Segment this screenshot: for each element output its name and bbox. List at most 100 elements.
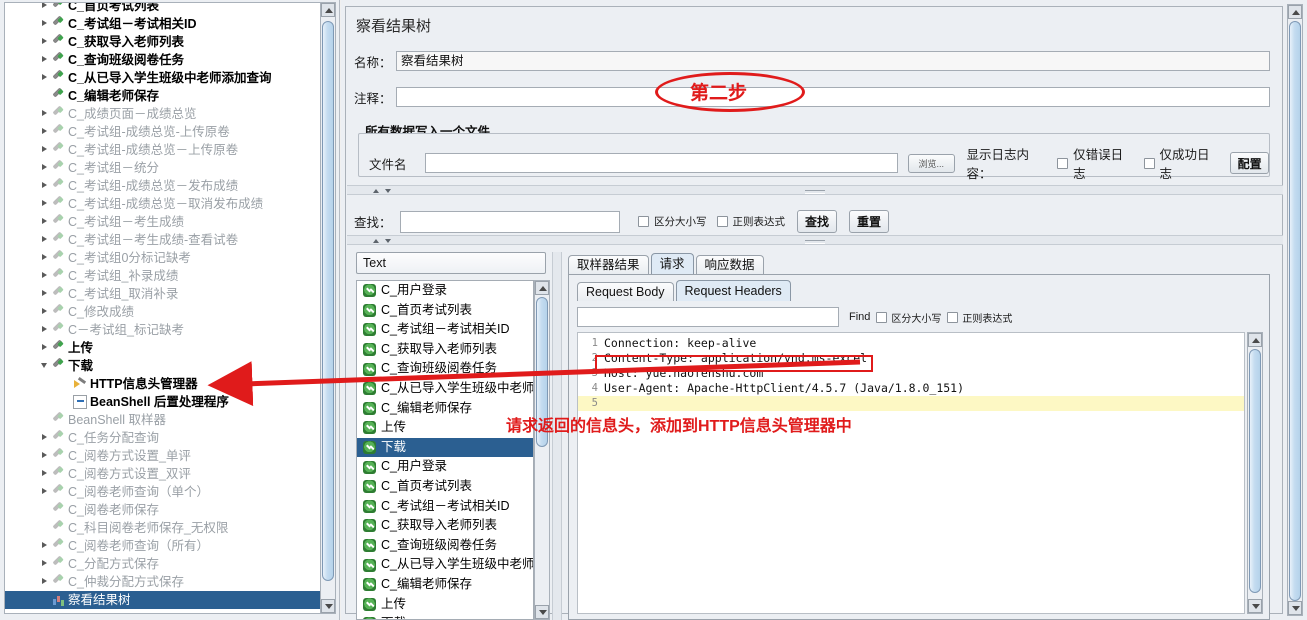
- result-detail-tabs[interactable]: 取样器结果 请求 响应数据: [568, 253, 766, 274]
- splitter-up-icon[interactable]: [373, 189, 379, 193]
- success-only-checkbox[interactable]: [1143, 157, 1155, 169]
- expand-arrow-right-icon[interactable]: [37, 159, 51, 177]
- result-list-item[interactable]: C_获取导入老师列表: [357, 516, 533, 536]
- inner-case-checkbox[interactable]: [876, 311, 888, 323]
- result-list-item[interactable]: C_获取导入老师列表: [357, 340, 533, 360]
- request-tab-0[interactable]: Request Body: [577, 282, 674, 301]
- tree-item[interactable]: BeanShell 取样器: [5, 411, 320, 429]
- render-combo[interactable]: Text: [356, 252, 546, 274]
- test-plan-tree[interactable]: C_首页考试列表 C_考试组－考试相关ID C_获取导入老师列表 C_查询班级阅卷任务…: [4, 2, 320, 614]
- tree-item[interactable]: C_考试组-成绩总览-上传原卷: [5, 123, 320, 141]
- tree-item[interactable]: C_考试组-成绩总览－取消发布成绩: [5, 195, 320, 213]
- tree-item[interactable]: C_考试组－统分: [5, 159, 320, 177]
- scroll-down-button[interactable]: [321, 599, 335, 613]
- comment-input[interactable]: [396, 87, 1270, 107]
- tab-0[interactable]: 取样器结果: [568, 255, 649, 274]
- expand-arrow-right-icon[interactable]: [37, 15, 51, 33]
- expand-arrow-right-icon[interactable]: [37, 249, 51, 267]
- panel-vertical-scrollbar[interactable]: [1287, 4, 1303, 616]
- result-list-item[interactable]: C_用户登录: [357, 457, 533, 477]
- expand-arrow-right-icon[interactable]: [37, 465, 51, 483]
- inner-find-input[interactable]: [577, 307, 839, 327]
- browse-button[interactable]: 浏览...: [907, 153, 955, 173]
- tree-item[interactable]: C_考试组_补录成绩: [5, 267, 320, 285]
- tree-item[interactable]: C_考试组0分标记缺考: [5, 249, 320, 267]
- splitter2-up-icon[interactable]: [373, 239, 379, 243]
- result-list-item[interactable]: 下载: [357, 614, 533, 619]
- panel-scrollbar-thumb[interactable]: [1289, 21, 1301, 601]
- tree-item[interactable]: C_从已导入学生班级中老师添加查询: [5, 69, 320, 87]
- expand-arrow-right-icon[interactable]: [37, 213, 51, 231]
- results-list[interactable]: C_用户登录 C_首页考试列表 C_考试组－考试相关ID C_获取导入老师列表 C_查询…: [356, 280, 534, 620]
- tab-1[interactable]: 请求: [650, 253, 694, 274]
- result-list-item[interactable]: C_查询班级阅卷任务: [357, 359, 533, 379]
- result-list-item[interactable]: C_编辑老师保存: [357, 575, 533, 595]
- expand-arrow-right-icon[interactable]: [37, 339, 51, 357]
- expand-arrow-right-icon[interactable]: [37, 555, 51, 573]
- expand-arrow-right-icon[interactable]: [37, 537, 51, 555]
- tree-item[interactable]: C_考试组－考生成绩-查看试卷: [5, 231, 320, 249]
- tree-item[interactable]: 下载: [5, 357, 320, 375]
- expand-arrow-right-icon[interactable]: [37, 267, 51, 285]
- code-scrollbar-thumb[interactable]: [1249, 349, 1261, 593]
- expand-arrow-right-icon[interactable]: [37, 447, 51, 465]
- scroll-up-button[interactable]: [321, 3, 335, 17]
- results-scroll-up-button[interactable]: [535, 281, 549, 295]
- result-list-item[interactable]: C_查询班级阅卷任务: [357, 536, 533, 556]
- code-scroll-down-button[interactable]: [1248, 599, 1262, 613]
- scrollbar-thumb[interactable]: [322, 21, 334, 581]
- tree-item[interactable]: C_首页考试列表: [5, 3, 320, 15]
- request-tab-1[interactable]: Request Headers: [675, 280, 791, 301]
- tree-vertical-scrollbar[interactable]: [320, 2, 336, 614]
- splitter-top[interactable]: [347, 185, 1283, 195]
- expand-arrow-right-icon[interactable]: [37, 303, 51, 321]
- reset-button[interactable]: 重置: [849, 210, 889, 233]
- result-list-item[interactable]: C_从已导入学生班级中老师: [357, 555, 533, 575]
- result-list-item[interactable]: C_考试组－考试相关ID: [357, 497, 533, 517]
- search-regex-checkbox[interactable]: [716, 216, 728, 227]
- expand-arrow-right-icon[interactable]: [37, 51, 51, 69]
- splitter-middle[interactable]: [347, 235, 1283, 245]
- tree-item[interactable]: C_编辑老师保存: [5, 87, 320, 105]
- expand-arrow-right-icon[interactable]: [37, 105, 51, 123]
- request-headers-view[interactable]: 1 Connection: keep-alive 2 Content-Type: ap…: [577, 332, 1245, 614]
- configure-button[interactable]: 配置: [1230, 152, 1270, 174]
- search-input[interactable]: [400, 210, 620, 233]
- tree-item[interactable]: C_仲裁分配方式保存: [5, 573, 320, 591]
- tree-item[interactable]: C_科目阅卷老师保存_无权限: [5, 519, 320, 537]
- errors-only-checkbox[interactable]: [1057, 157, 1069, 169]
- tree-item[interactable]: C_阅卷老师查询（所有）: [5, 537, 320, 555]
- search-case-checkbox[interactable]: [638, 216, 649, 227]
- expand-arrow-down-icon[interactable]: [37, 357, 51, 375]
- tree-item[interactable]: C_考试组－考生成绩: [5, 213, 320, 231]
- expand-arrow-right-icon[interactable]: [37, 195, 51, 213]
- expand-arrow-right-icon[interactable]: [37, 177, 51, 195]
- tree-item[interactable]: C_阅卷方式设置_单评: [5, 447, 320, 465]
- find-button[interactable]: 查找: [797, 210, 837, 233]
- splitter2-down-icon[interactable]: [385, 239, 391, 243]
- expand-arrow-right-icon[interactable]: [37, 231, 51, 249]
- result-list-item[interactable]: C_考试组－考试相关ID: [357, 320, 533, 340]
- expand-arrow-right-icon[interactable]: [37, 285, 51, 303]
- tree-item[interactable]: 上传: [5, 339, 320, 357]
- expand-arrow-right-icon[interactable]: [37, 483, 51, 501]
- result-list-item[interactable]: 下载: [357, 437, 533, 458]
- results-scroll-down-button[interactable]: [535, 605, 549, 619]
- expand-arrow-right-icon[interactable]: [37, 69, 51, 87]
- expand-arrow-right-icon[interactable]: [37, 123, 51, 141]
- result-list-item[interactable]: C_首页考试列表: [357, 301, 533, 321]
- results-list-scrollbar[interactable]: [534, 280, 550, 620]
- result-list-item[interactable]: 上传: [357, 595, 533, 615]
- tree-item[interactable]: C_分配方式保存: [5, 555, 320, 573]
- expand-arrow-right-icon[interactable]: [37, 573, 51, 591]
- tree-item[interactable]: C_考试组-成绩总览－发布成绩: [5, 177, 320, 195]
- tree-item[interactable]: C_任务分配查询: [5, 429, 320, 447]
- request-headers-scrollbar[interactable]: [1247, 332, 1263, 614]
- tree-item[interactable]: C_修改成绩: [5, 303, 320, 321]
- tree-item[interactable]: C_考试组_取消补录: [5, 285, 320, 303]
- vertical-splitter[interactable]: [552, 252, 562, 620]
- tree-item[interactable]: C_阅卷老师保存: [5, 501, 320, 519]
- result-list-item[interactable]: C_首页考试列表: [357, 477, 533, 497]
- filename-input[interactable]: [425, 153, 898, 173]
- tree-item[interactable]: C_阅卷老师查询（单个）: [5, 483, 320, 501]
